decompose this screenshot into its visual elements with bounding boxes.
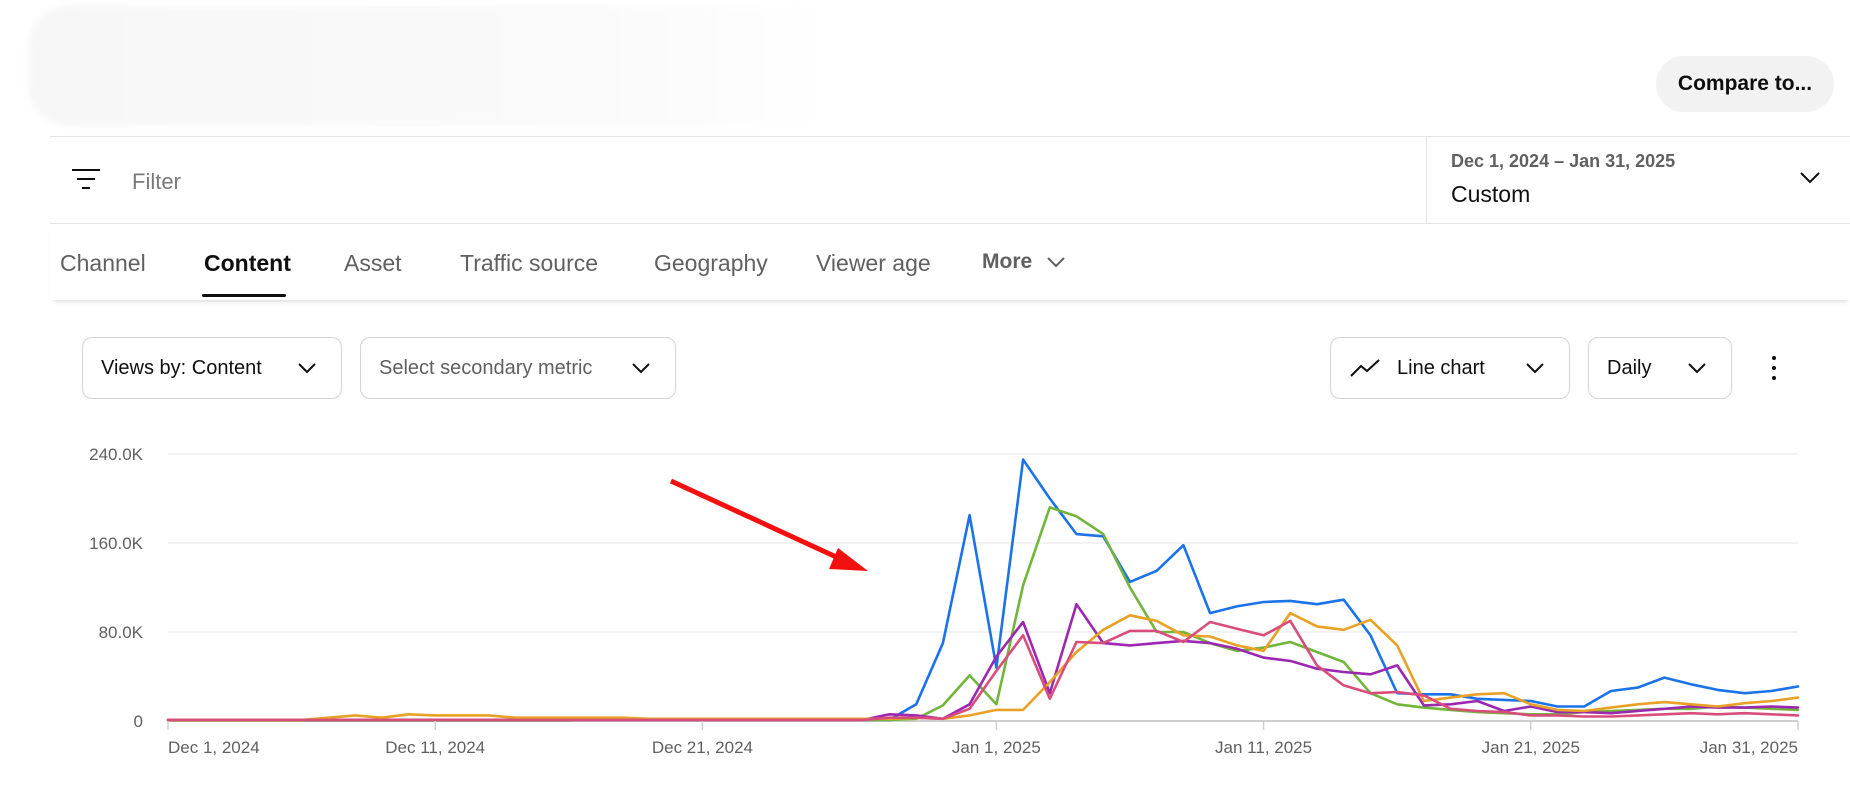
x-tick-label: Dec 11, 2024 xyxy=(385,738,485,757)
tab-geography[interactable]: Geography xyxy=(654,250,768,277)
blurred-header-region xyxy=(28,6,838,126)
x-tick-label: Jan 31, 2025 xyxy=(1700,738,1798,757)
views-line-chart: 0 80.0K 160.0K 240.0K Dec 1, 2024 Dec 11, 202… xyxy=(89,445,1800,757)
series-line-4[interactable] xyxy=(166,611,1800,722)
interval-dropdown[interactable]: Daily xyxy=(1588,337,1732,399)
x-tick-label: Jan 11, 2025 xyxy=(1215,738,1312,757)
x-tick-label: Jan 21, 2025 xyxy=(1482,738,1580,757)
tab-content[interactable]: Content xyxy=(204,250,291,277)
annotation-arrow xyxy=(669,478,868,571)
y-tick-label: 160.0K xyxy=(89,534,144,553)
tab-more[interactable]: More xyxy=(982,250,1066,274)
date-range-picker[interactable]: Dec 1, 2024 – Jan 31, 2025 Custom xyxy=(1426,137,1850,223)
chevron-down-icon xyxy=(632,363,650,374)
vertical-dots-icon[interactable] xyxy=(1768,356,1780,380)
tab-viewer-age[interactable]: Viewer age xyxy=(816,250,931,277)
filter-icon[interactable] xyxy=(72,167,104,193)
date-preset-label: Custom xyxy=(1451,181,1531,207)
axis-layer: 0 80.0K 160.0K 240.0K Dec 1, 2024 Dec 11, 202… xyxy=(89,445,1799,757)
series-layer xyxy=(166,458,1800,722)
chart-type-label: Line chart xyxy=(1397,356,1485,379)
secondary-metric-label: Select secondary metric xyxy=(379,356,593,379)
filter-input[interactable]: Filter xyxy=(132,169,181,195)
chevron-down-icon xyxy=(1526,363,1544,374)
tab-channel[interactable]: Channel xyxy=(60,250,146,277)
tab-traffic-source[interactable]: Traffic source xyxy=(460,250,598,277)
chart-type-dropdown[interactable]: Line chart xyxy=(1330,337,1570,399)
x-tick-label: Dec 1, 2024 xyxy=(168,738,260,757)
trending-line-icon xyxy=(1350,359,1380,377)
x-tick-label: Jan 1, 2025 xyxy=(952,738,1041,757)
chevron-down-icon xyxy=(298,363,316,374)
chevron-down-icon xyxy=(1688,363,1706,374)
tab-more-label: More xyxy=(982,250,1033,273)
metric-label: Views by: Content xyxy=(101,356,262,379)
metric-dropdown[interactable]: Views by: Content xyxy=(82,337,342,399)
dimension-tabs: Channel Content Asset Traffic source Geo… xyxy=(50,224,1850,300)
active-tab-indicator xyxy=(202,294,286,297)
x-tick-label: Dec 21, 2024 xyxy=(652,738,753,757)
y-tick-label: 80.0K xyxy=(99,623,144,642)
compare-to-button[interactable]: Compare to... xyxy=(1656,56,1834,112)
tab-asset[interactable]: Asset xyxy=(344,250,402,277)
date-range-label: Dec 1, 2024 – Jan 31, 2025 xyxy=(1451,151,1676,171)
interval-label: Daily xyxy=(1607,356,1652,379)
y-tick-label: 240.0K xyxy=(89,445,144,464)
chevron-down-icon[interactable] xyxy=(1799,171,1821,185)
y-tick-label: 0 xyxy=(134,712,143,731)
series-line-3[interactable] xyxy=(166,602,1800,722)
secondary-metric-dropdown[interactable]: Select secondary metric xyxy=(360,337,676,399)
chevron-down-icon xyxy=(1047,257,1065,268)
